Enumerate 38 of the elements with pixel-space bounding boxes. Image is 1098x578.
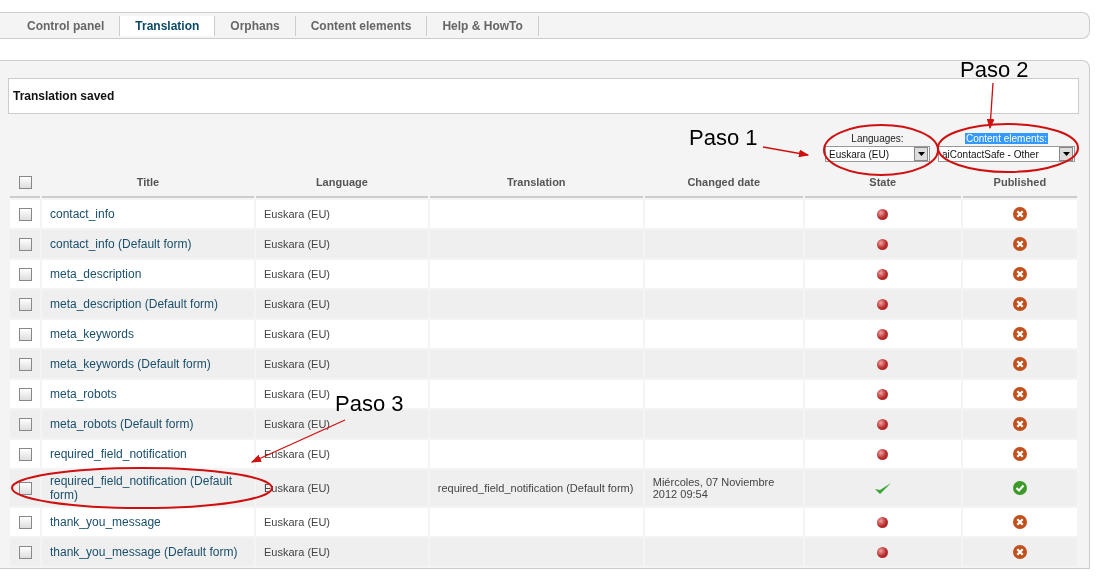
tab[interactable]: Help & HowTo [427,15,539,36]
callout-label: Paso 1 [689,125,758,151]
row-checkbox[interactable] [18,481,32,495]
row-checkbox[interactable] [18,545,32,559]
table-cell: Miércoles, 07 Noviembre 2012 09:54 [644,470,803,506]
row-checkbox[interactable] [18,387,32,401]
table-cell: Euskara (EU) [256,538,428,566]
table-cell: Euskara (EU) [256,320,428,348]
caret-icon [1062,152,1070,156]
dropdown[interactable]: Euskara (EU) [825,146,930,162]
row-checkbox[interactable] [18,207,32,221]
table-cell: Euskara (EU) [256,508,428,536]
table-cell: Euskara (EU) [256,350,428,378]
tab[interactable]: Content elements [295,15,428,36]
table-cell: Euskara (EU) [256,260,428,288]
row-checkbox[interactable] [18,327,32,341]
filter-label: Content elements: [964,133,1049,144]
table-cell: Euskara (EU) [256,230,428,258]
row-checkbox[interactable] [18,515,32,529]
callout-arrow [986,82,995,130]
dropdown[interactable]: aiContactSafe - Other [938,146,1075,162]
table-cell: Euskara (EU) [256,290,428,318]
filter-label: Languages: [850,133,905,144]
row-checkbox[interactable] [18,267,32,281]
table-cell: Euskara (EU) [256,410,428,438]
tab[interactable]: Translation [120,15,216,36]
caret-icon [917,152,925,156]
row-checkbox[interactable] [18,237,32,251]
status-message: Translation saved [8,78,1079,114]
callout-arrow [762,146,810,158]
table-cell: Euskara (EU) [256,200,428,228]
table-cell: required_field_notification (Default form) [429,470,643,506]
tab[interactable]: Orphans [215,15,296,36]
row-checkbox[interactable] [18,297,32,311]
row-checkbox[interactable] [18,357,32,371]
row-checkbox[interactable] [18,447,32,461]
row-checkbox[interactable] [18,417,32,431]
select-all-checkbox[interactable] [18,175,32,189]
